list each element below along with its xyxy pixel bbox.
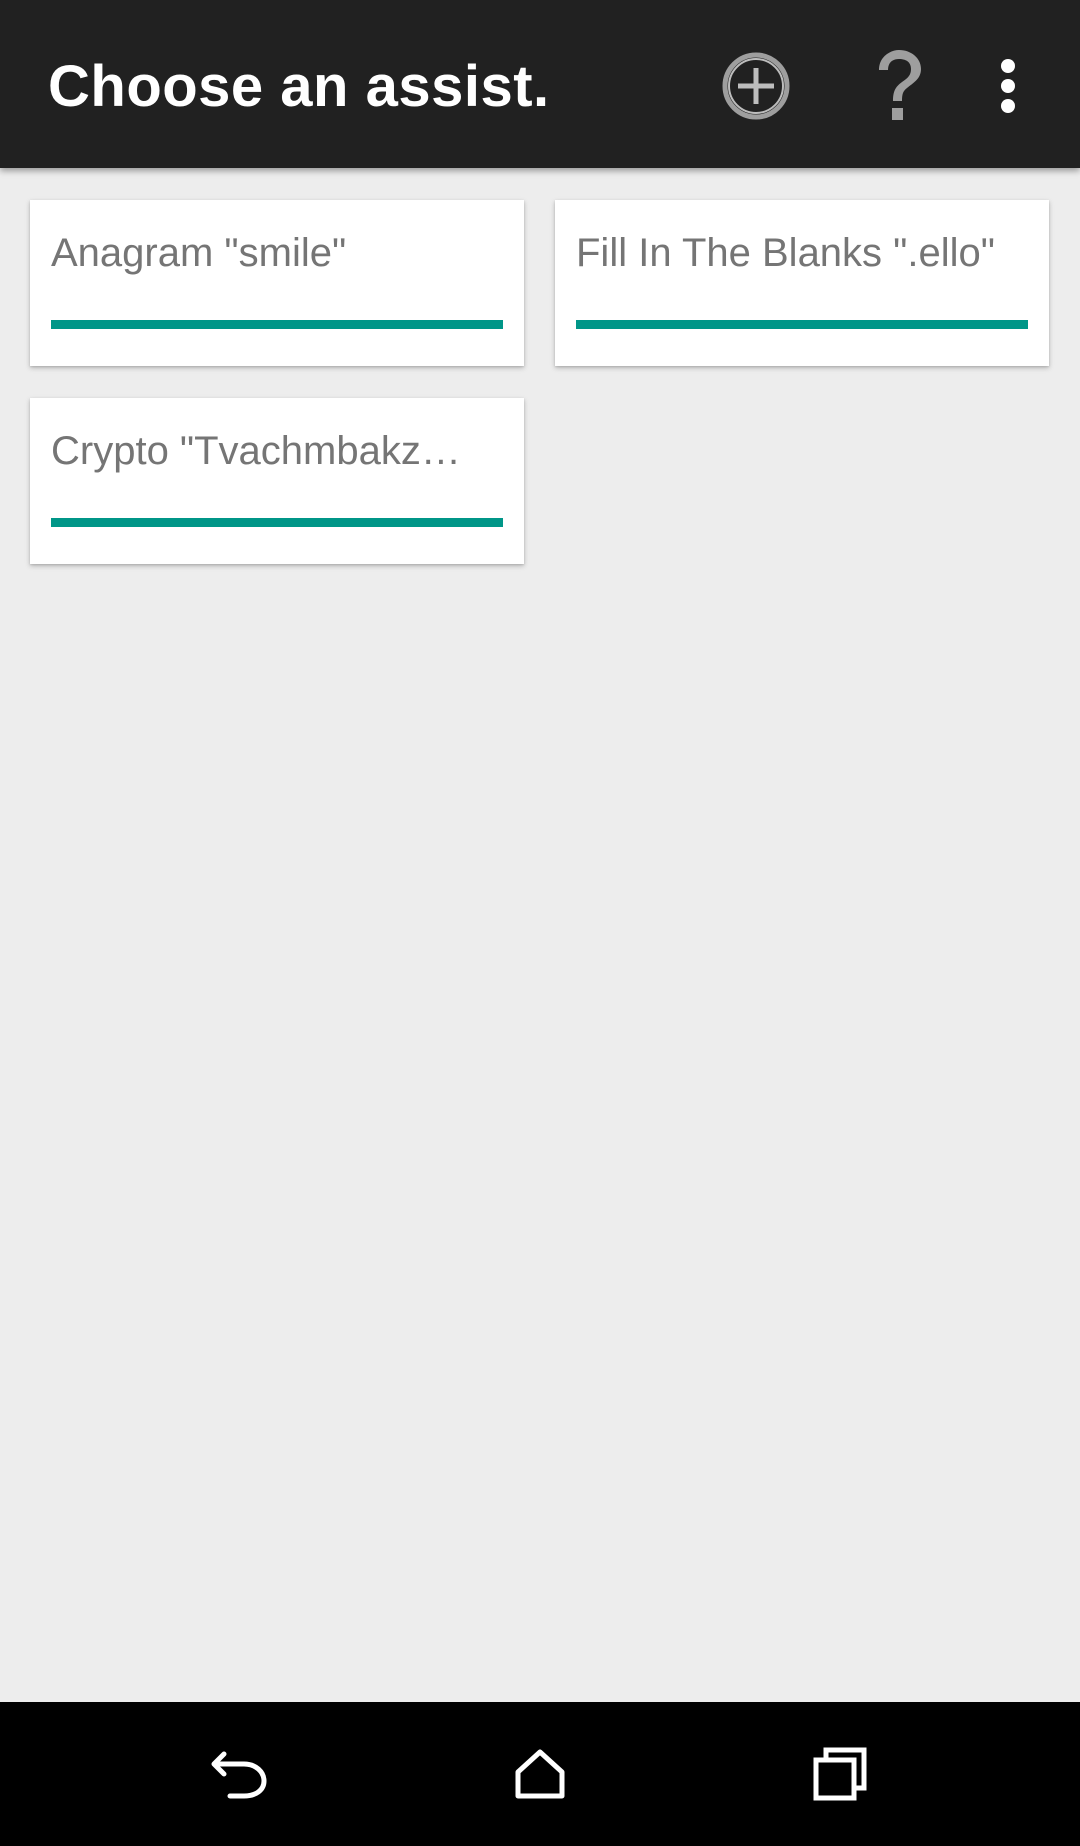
card-label: Fill In The Blanks ".ello" (576, 231, 995, 275)
back-icon (211, 1751, 267, 1799)
card-label: Crypto "Tvachmbakz… (51, 429, 461, 473)
home-icon (515, 1749, 565, 1799)
overflow-menu-button[interactable] (962, 40, 1054, 132)
progress-fill (576, 320, 1028, 329)
system-nav-bar (0, 1702, 1080, 1846)
assist-grid: Anagram "smile" Fill In The Blanks ".ell… (0, 168, 1080, 1702)
assist-card-fill-in-the-blanks[interactable]: Fill In The Blanks ".ello" (555, 200, 1049, 366)
recent-apps-button[interactable] (780, 1724, 900, 1824)
home-button[interactable] (480, 1724, 600, 1824)
progress-bar (51, 518, 503, 527)
page-title: Choose an assist. (48, 54, 550, 119)
more-vert-icon (1001, 59, 1015, 113)
recent-apps-icon (813, 1747, 867, 1801)
add-button[interactable] (710, 40, 802, 132)
assist-card-anagram[interactable]: Anagram "smile" (30, 200, 524, 366)
card-label: Anagram "smile" (51, 231, 347, 275)
add-circle-icon (722, 52, 790, 120)
assist-card-crypto[interactable]: Crypto "Tvachmbakz… (30, 398, 524, 564)
progress-bar (51, 320, 503, 329)
progress-bar (576, 320, 1028, 329)
help-button[interactable] (853, 40, 945, 132)
app-bar: Choose an assist. (0, 0, 1080, 168)
help-icon (879, 50, 921, 120)
back-button[interactable] (180, 1724, 300, 1824)
progress-fill (51, 518, 503, 527)
progress-fill (51, 320, 503, 329)
